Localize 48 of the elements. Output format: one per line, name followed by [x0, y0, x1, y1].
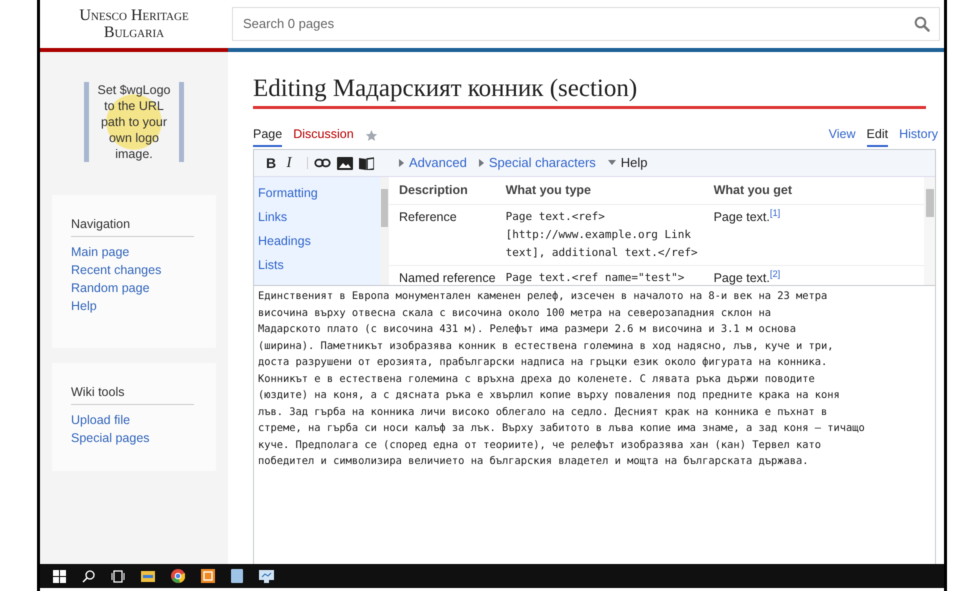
- sidebar-link[interactable]: Recent changes: [71, 260, 197, 279]
- table-cell: Page text.<ref name="test">: [496, 265, 704, 285]
- sidebar-heading: Navigation: [71, 215, 194, 237]
- page-tab[interactable]: Discussion: [293, 125, 354, 147]
- view-tab[interactable]: View: [828, 125, 856, 147]
- folder-icon[interactable]: [138, 570, 158, 582]
- caret-icon: [608, 160, 616, 166]
- monitor-icon[interactable]: [256, 570, 277, 582]
- search-field[interactable]: Search 0 pages: [232, 7, 940, 41]
- page-tab[interactable]: Page: [253, 125, 282, 147]
- caret-icon: [478, 159, 484, 167]
- view-tab[interactable]: Edit: [866, 125, 888, 147]
- page-title: Editing Мадарският конник (section): [253, 74, 638, 104]
- text-area[interactable]: Единственият в Европа монументален каменен релеф, изсечен в началото на 8-и век на 23 метра височина върху отвесна скала с височина около 100 метра на северозападния склон на Мадарското плато (с височина 431 м). Релефът има размери 2.6 м височина и 3.1 м основа (ширина). Паметникът изобразява конник в естествена големина в ход надясно, лъв, куче и три, доста разрушени от ерозията, прабългарски надписа на гръцки език около фигурата на конника. Конникът е в естествена големина с връхна дреха до коленете. С лявата ръка държи поводите (юздите) на коня, а с дясната ръка е хвърлил копие върху поваления под предните крака на коня лъв. Зад гърба на конника личи високо облегало на седло. Десният крак на конника е пъхнат в стреме, на гърба си носи калъф за лък. Върху забитото в лъва копие има знаме, а зад коня – тичащо куче. Предполага се (според една от теориите), че релефът изобразява хан (кан) Тервел като победител и символизира величието на българския владетел и мощта на българската държава.: [254, 286, 935, 564]
- sidebar-link[interactable]: Main page: [71, 242, 197, 261]
- table-cell: Named reference: [389, 265, 496, 285]
- sidebar-heading: Wiki tools: [71, 382, 194, 404]
- table-cell: Reference: [389, 204, 496, 266]
- book-icon[interactable]: [359, 156, 374, 170]
- toolbar-section-tab[interactable]: Special characters: [478, 153, 596, 173]
- logo-placeholder[interactable]: Set $wgLogo to the URL path to your own logo image.: [84, 82, 184, 162]
- column-header: What you type: [496, 177, 704, 204]
- help-category[interactable]: Formatting: [254, 181, 380, 205]
- windows-icon[interactable]: [50, 570, 69, 582]
- watch-star-icon[interactable]: [364, 129, 378, 142]
- toolbar-section-tab[interactable]: Help: [608, 153, 648, 173]
- scrollbar[interactable]: [380, 177, 389, 285]
- sidebar-link[interactable]: Upload file: [71, 410, 197, 428]
- app-icon[interactable]: [198, 569, 218, 583]
- table-cell: Page text.<ref> [http://www.example.org Link text], additional text.</ref>: [496, 204, 704, 266]
- column-header: Description: [389, 177, 496, 204]
- help-category[interactable]: Links: [254, 205, 380, 229]
- help-category[interactable]: Headings: [254, 229, 380, 253]
- toolbar-section-tab[interactable]: Advanced: [399, 153, 467, 173]
- sidebar-link[interactable]: Random page: [71, 278, 197, 297]
- help-category[interactable]: Lists: [254, 253, 380, 277]
- italic-button[interactable]: I: [280, 152, 298, 174]
- notepad-icon[interactable]: [228, 569, 246, 583]
- site-title[interactable]: Unesco Heritage Bulgaria: [59, 7, 209, 41]
- sidebar-link[interactable]: Special pages: [71, 428, 197, 446]
- caret-icon: [399, 159, 404, 167]
- browser-icon[interactable]: [168, 569, 188, 583]
- bold-button[interactable]: B: [262, 152, 280, 174]
- link-icon[interactable]: [307, 157, 331, 169]
- sidebar-link[interactable]: Help: [71, 296, 197, 315]
- image-icon[interactable]: [337, 156, 353, 170]
- view-tab[interactable]: History: [899, 125, 938, 147]
- scrollbar[interactable]: [924, 177, 935, 285]
